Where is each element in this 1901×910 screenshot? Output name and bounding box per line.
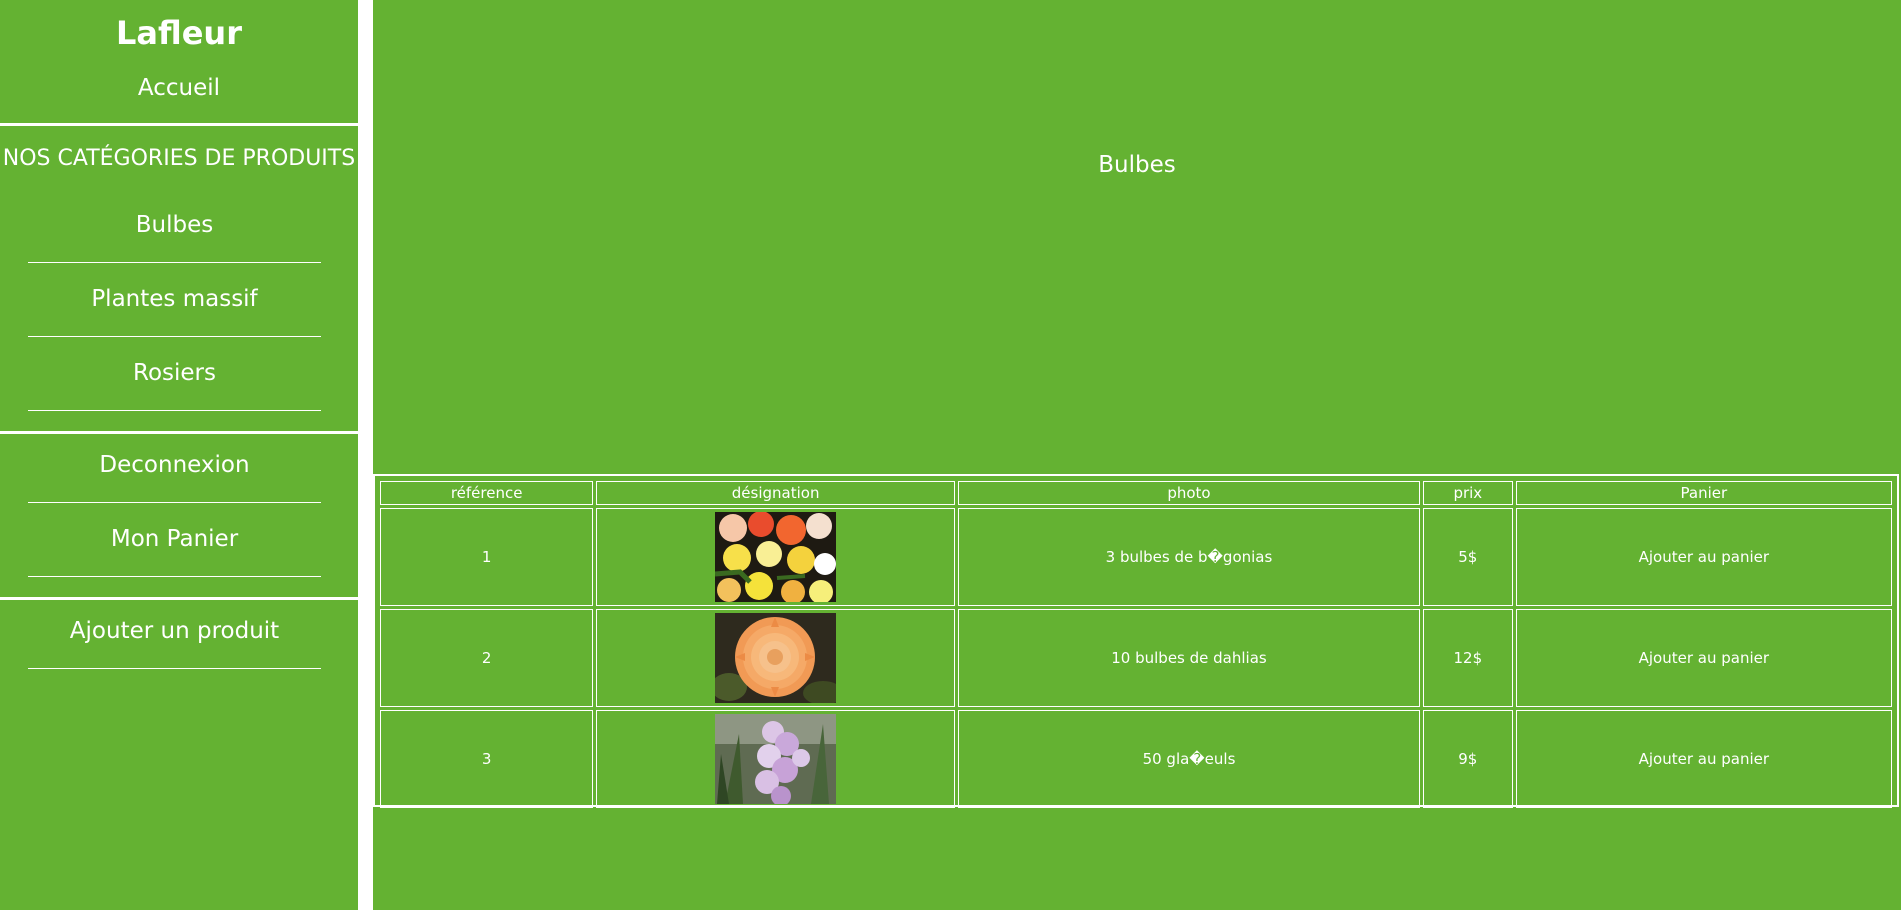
table-row: 3 50 gla�euls 9$ Ajouter au panier <box>380 710 1892 808</box>
cell-reference: 1 <box>380 508 594 606</box>
cell-price: 12$ <box>1422 609 1513 707</box>
column-header-designation: désignation <box>596 481 955 505</box>
table-row: 1 3 bulbes de b�gonias 5$ Ajouter au pan… <box>380 508 1892 606</box>
dahlia-photo <box>715 613 837 703</box>
products-table-container: référence désignation photo prix Panier … <box>373 474 1899 808</box>
page: Lafleur Accueil NOS CATÉGORIES DE PRODUI… <box>0 0 1901 910</box>
gladiolus-photo <box>715 714 837 804</box>
sidebar: Lafleur Accueil NOS CATÉGORIES DE PRODUI… <box>0 0 358 910</box>
sidebar-item-bulbes[interactable]: Bulbes <box>28 188 321 263</box>
sidebar-item-mon-panier[interactable]: Mon Panier <box>28 502 321 577</box>
sidebar-item-label: Deconnexion <box>99 452 250 478</box>
sidebar-item-deconnexion[interactable]: Deconnexion <box>28 428 321 503</box>
sidebar-item-label: Rosiers <box>133 360 216 386</box>
column-header-panier: Panier <box>1515 481 1892 505</box>
sidebar-item-label: Mon Panier <box>110 526 239 552</box>
products-table: référence désignation photo prix Panier … <box>377 478 1895 811</box>
site-brand[interactable]: Lafleur <box>0 14 358 52</box>
table-row: 2 10 bulbes de dahlias 12$ Ajouter au pa… <box>380 609 1892 707</box>
column-header-reference: référence <box>380 481 594 505</box>
begonias-photo <box>715 512 837 602</box>
add-to-cart-link[interactable]: Ajouter au panier <box>1515 508 1892 606</box>
sidebar-item-label: Ajouter un produit <box>69 618 280 644</box>
cell-image <box>596 508 955 606</box>
cell-designation: 10 bulbes de dahlias <box>958 609 1420 707</box>
cell-reference: 2 <box>380 609 594 707</box>
cell-image <box>596 609 955 707</box>
sidebar-item-plantes-massif[interactable]: Plantes massif <box>28 262 321 337</box>
cell-price: 5$ <box>1422 508 1513 606</box>
categories-heading: NOS CATÉGORIES DE PRODUITS <box>2 146 356 171</box>
cell-image <box>596 710 955 808</box>
nav-home-link[interactable]: Accueil <box>0 75 358 101</box>
category-banner: Bulbes <box>373 0 1901 472</box>
column-header-photo: photo <box>958 481 1420 505</box>
cell-designation: 50 gla�euls <box>958 710 1420 808</box>
cell-reference: 3 <box>380 710 594 808</box>
sidebar-item-ajouter-produit[interactable]: Ajouter un produit <box>28 594 321 669</box>
sidebar-divider <box>0 123 358 126</box>
column-header-prix: prix <box>1422 481 1513 505</box>
sidebar-item-label: Plantes massif <box>91 286 258 312</box>
cell-designation: 3 bulbes de b�gonias <box>958 508 1420 606</box>
sidebar-item-rosiers[interactable]: Rosiers <box>28 336 321 411</box>
add-to-cart-link[interactable]: Ajouter au panier <box>1515 609 1892 707</box>
table-header-row: référence désignation photo prix Panier <box>380 481 1892 505</box>
page-title: Bulbes <box>1098 152 1176 178</box>
cell-price: 9$ <box>1422 710 1513 808</box>
add-to-cart-link[interactable]: Ajouter au panier <box>1515 710 1892 808</box>
main-content: Bulbes référence désignation photo prix <box>373 0 1901 910</box>
sidebar-item-label: Bulbes <box>135 212 214 238</box>
